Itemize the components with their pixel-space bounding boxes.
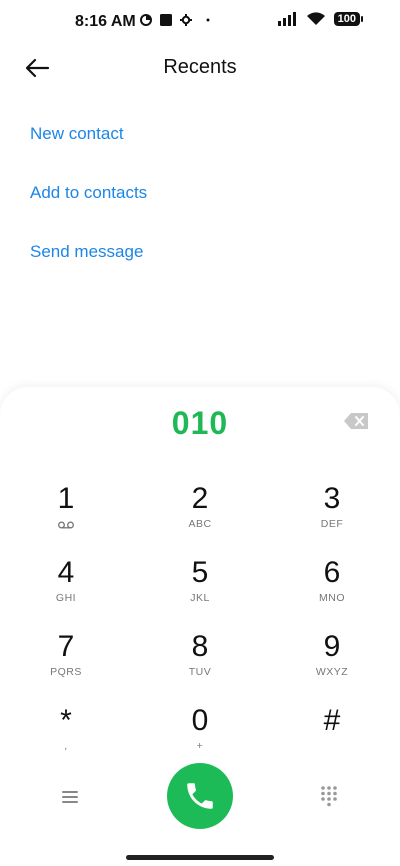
data-saver-icon <box>140 14 152 26</box>
key-6[interactable]: 6 MNO <box>272 556 392 626</box>
dialpad-toggle-button[interactable] <box>318 785 340 807</box>
dialed-number[interactable]: 010 <box>0 405 400 442</box>
call-button[interactable] <box>167 763 233 829</box>
backspace-button[interactable] <box>344 413 368 429</box>
header: Recents <box>0 44 400 92</box>
dial-bottom-bar <box>0 763 400 833</box>
menu-icon <box>62 791 78 803</box>
battery-indicator: 100 <box>333 12 364 26</box>
key-8[interactable]: 8 TUV <box>140 630 260 700</box>
backspace-icon <box>344 413 368 429</box>
gesture-bar[interactable] <box>126 855 274 860</box>
add-to-contacts-link[interactable]: Add to contacts <box>30 171 147 230</box>
menu-button[interactable] <box>60 787 80 807</box>
contact-actions: New contact Add to contacts Send message <box>30 112 147 289</box>
dial-panel: 010 1 2 ABC 3 DEF 4 GHI 5 JKL 6 MNO 7 PQ… <box>0 387 400 866</box>
wifi-icon <box>306 12 325 25</box>
dialpad-icon <box>321 786 337 807</box>
dot-icon <box>206 18 210 22</box>
send-message-link[interactable]: Send message <box>30 230 147 289</box>
voicemail-icon <box>58 521 74 529</box>
signal-icon <box>277 12 296 26</box>
settings-gear-icon <box>180 14 192 26</box>
key-1[interactable]: 1 <box>6 482 126 552</box>
status-time: 8:16 AM <box>75 13 136 30</box>
phone-icon <box>187 783 213 809</box>
status-bar: 8:16 AM 100 <box>0 0 400 44</box>
key-3[interactable]: 3 DEF <box>272 482 392 552</box>
page-title: Recents <box>163 56 237 78</box>
key-5[interactable]: 5 JKL <box>140 556 260 626</box>
key-9[interactable]: 9 WXYZ <box>272 630 392 700</box>
square-notification-icon <box>160 14 172 26</box>
new-contact-link[interactable]: New contact <box>30 112 147 171</box>
key-4[interactable]: 4 GHI <box>6 556 126 626</box>
key-7[interactable]: 7 PQRS <box>6 630 126 700</box>
key-2[interactable]: 2 ABC <box>140 482 260 552</box>
